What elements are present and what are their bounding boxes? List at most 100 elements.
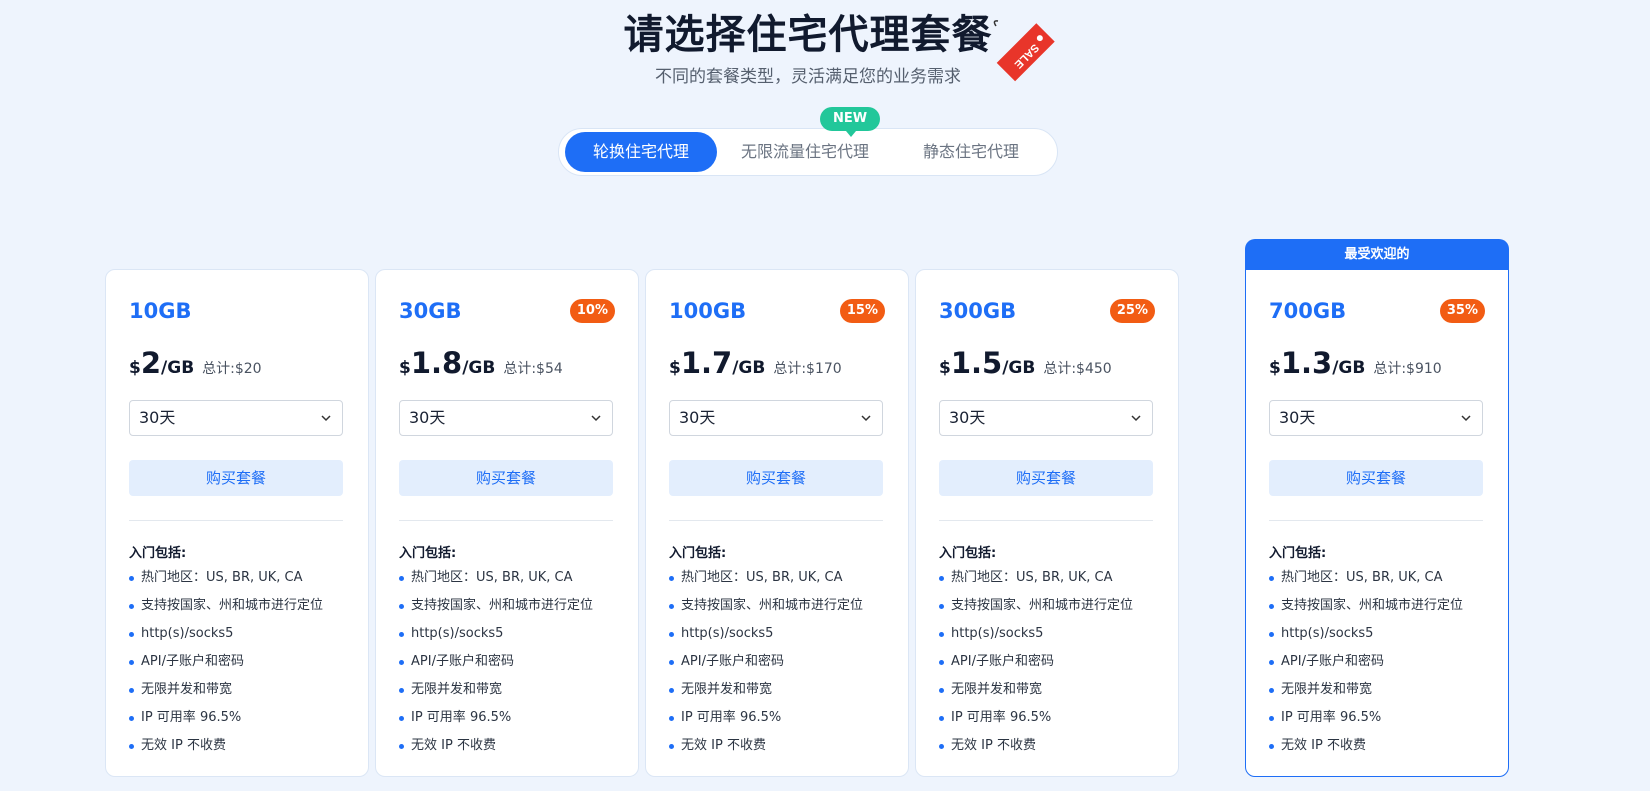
bullet-dot xyxy=(669,604,674,609)
feature-item: API/子账户和密码 xyxy=(1269,648,1463,676)
bullet-dot xyxy=(129,688,134,693)
feature-text: 热门地区：US, BR, UK, CA xyxy=(141,570,303,585)
feature-item: 无限并发和带宽 xyxy=(669,676,863,704)
feature-text: http(s)/socks5 xyxy=(951,626,1044,641)
features-title: 入门包括: xyxy=(1269,546,1327,561)
feature-item: 无限并发和带宽 xyxy=(129,676,323,704)
plan-card: 700GB 35% $1.3/GB 总计:$910 30天 购买套餐 入门包括: … xyxy=(1245,269,1509,777)
feature-item: 支持按国家、州和城市进行定位 xyxy=(669,592,863,620)
currency-symbol: $ xyxy=(669,358,681,378)
currency-symbol: $ xyxy=(1269,358,1281,378)
bullet-dot xyxy=(1269,660,1274,665)
feature-item: 无效 IP 不收费 xyxy=(669,732,863,760)
buy-plan-button[interactable]: 购买套餐 xyxy=(129,460,343,496)
features-list: 热门地区：US, BR, UK, CA 支持按国家、州和城市进行定位 http(s)… xyxy=(1269,564,1463,760)
chevron-down-icon xyxy=(1131,415,1141,422)
feature-text: 无效 IP 不收费 xyxy=(141,738,226,753)
tab-rotating-residential[interactable]: 轮换住宅代理 xyxy=(565,132,717,172)
duration-select[interactable]: 30天 xyxy=(129,400,343,436)
bullet-dot xyxy=(1269,632,1274,637)
new-badge: NEW xyxy=(820,107,880,137)
feature-text: http(s)/socks5 xyxy=(411,626,504,641)
feature-text: 热门地区：US, BR, UK, CA xyxy=(1281,570,1443,585)
price-unit: /GB xyxy=(161,358,195,378)
price-row: $2/GB 总计:$20 xyxy=(129,346,262,380)
feature-text: 无效 IP 不收费 xyxy=(1281,738,1366,753)
buy-plan-button[interactable]: 购买套餐 xyxy=(939,460,1153,496)
features-title: 入门包括: xyxy=(669,546,727,561)
feature-item: 支持按国家、州和城市进行定位 xyxy=(939,592,1133,620)
plan-size: 300GB xyxy=(939,299,1017,323)
price-total: 总计:$54 xyxy=(503,361,563,377)
price-total: 总计:$910 xyxy=(1373,361,1442,377)
price-unit: /GB xyxy=(732,358,766,378)
feature-text: 无效 IP 不收费 xyxy=(951,738,1036,753)
feature-text: API/子账户和密码 xyxy=(951,654,1054,669)
bullet-dot xyxy=(939,604,944,609)
divider xyxy=(129,520,343,521)
buy-plan-button[interactable]: 购买套餐 xyxy=(669,460,883,496)
plan-card: 300GB 25% $1.5/GB 总计:$450 30天 购买套餐 入门包括: … xyxy=(915,269,1179,777)
feature-text: IP 可用率 96.5% xyxy=(1281,710,1382,725)
feature-item: IP 可用率 96.5% xyxy=(939,704,1133,732)
buy-plan-button[interactable]: 购买套餐 xyxy=(1269,460,1483,496)
tab-static-residential[interactable]: 静态住宅代理 xyxy=(893,132,1049,172)
feature-item: API/子账户和密码 xyxy=(669,648,863,676)
buy-plan-button[interactable]: 购买套餐 xyxy=(399,460,613,496)
feature-item: API/子账户和密码 xyxy=(939,648,1133,676)
price-amount: 1.8 xyxy=(410,346,463,380)
currency-symbol: $ xyxy=(129,358,141,378)
features-title: 入门包括: xyxy=(939,546,997,561)
bullet-dot xyxy=(399,576,404,581)
feature-item: http(s)/socks5 xyxy=(1269,620,1463,648)
feature-text: 热门地区：US, BR, UK, CA xyxy=(411,570,573,585)
feature-item: http(s)/socks5 xyxy=(129,620,323,648)
discount-badge: 15% xyxy=(839,299,885,323)
divider xyxy=(1269,520,1483,521)
feature-item: 无效 IP 不收费 xyxy=(399,732,593,760)
price-unit: /GB xyxy=(1332,358,1366,378)
bullet-dot xyxy=(399,688,404,693)
feature-text: 支持按国家、州和城市进行定位 xyxy=(141,598,324,613)
feature-item: 无效 IP 不收费 xyxy=(129,732,323,760)
duration-select[interactable]: 30天 xyxy=(1269,400,1483,436)
bullet-dot xyxy=(669,632,674,637)
discount-badge: 35% xyxy=(1439,299,1485,323)
chevron-down-icon xyxy=(861,415,871,422)
feature-text: API/子账户和密码 xyxy=(1281,654,1384,669)
duration-select[interactable]: 30天 xyxy=(669,400,883,436)
feature-item: http(s)/socks5 xyxy=(399,620,593,648)
tab-unlimited-residential[interactable]: 无限流量住宅代理 xyxy=(719,132,891,172)
feature-text: http(s)/socks5 xyxy=(681,626,774,641)
currency-symbol: $ xyxy=(939,358,951,378)
feature-text: 支持按国家、州和城市进行定位 xyxy=(681,598,864,613)
bullet-dot xyxy=(669,744,674,749)
duration-value: 30天 xyxy=(409,408,446,427)
feature-item: IP 可用率 96.5% xyxy=(1269,704,1463,732)
bullet-dot xyxy=(129,660,134,665)
duration-value: 30天 xyxy=(679,408,716,427)
duration-value: 30天 xyxy=(949,408,986,427)
chevron-down-icon xyxy=(591,415,601,422)
feature-item: API/子账户和密码 xyxy=(399,648,593,676)
discount-badge: 25% xyxy=(1109,299,1155,323)
feature-item: IP 可用率 96.5% xyxy=(669,704,863,732)
bullet-dot xyxy=(129,744,134,749)
bullet-dot xyxy=(939,688,944,693)
features-list: 热门地区：US, BR, UK, CA 支持按国家、州和城市进行定位 http(s)… xyxy=(399,564,593,760)
duration-select[interactable]: 30天 xyxy=(939,400,1153,436)
price-row: $1.3/GB 总计:$910 xyxy=(1269,346,1442,380)
plan-card: 30GB 10% $1.8/GB 总计:$54 30天 购买套餐 入门包括: 热门… xyxy=(375,269,639,777)
chevron-down-icon xyxy=(321,415,331,422)
price-row: $1.7/GB 总计:$170 xyxy=(669,346,842,380)
divider xyxy=(939,520,1153,521)
price-amount: 1.5 xyxy=(950,346,1003,380)
feature-item: 热门地区：US, BR, UK, CA xyxy=(939,564,1133,592)
bullet-dot xyxy=(669,660,674,665)
page-subtitle: 不同的套餐类型，灵活满足您的业务需求 xyxy=(655,67,961,87)
feature-text: http(s)/socks5 xyxy=(141,626,234,641)
bullet-dot xyxy=(129,604,134,609)
price-amount: 1.3 xyxy=(1280,346,1333,380)
duration-select[interactable]: 30天 xyxy=(399,400,613,436)
bullet-dot xyxy=(399,632,404,637)
